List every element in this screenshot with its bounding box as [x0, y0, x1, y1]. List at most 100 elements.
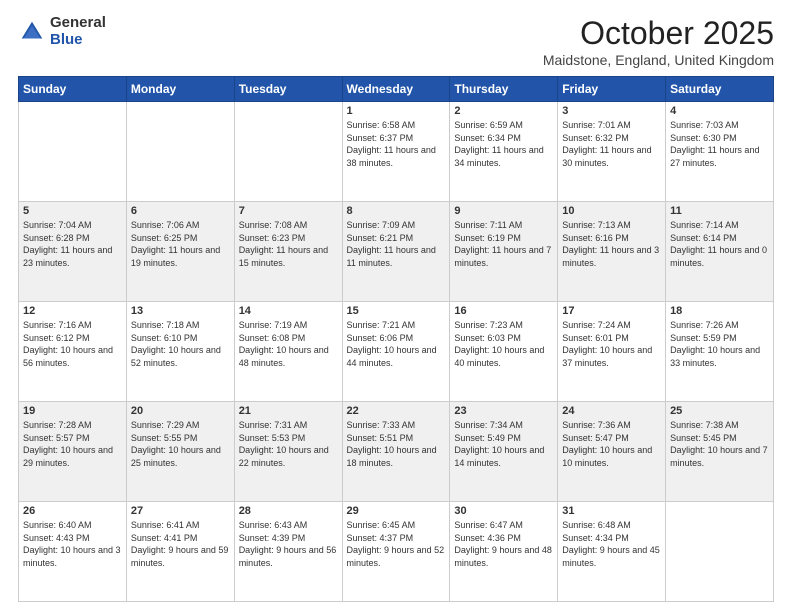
calendar-cell: 27Sunrise: 6:41 AM Sunset: 4:41 PM Dayli… [126, 502, 234, 602]
calendar-cell: 6 Sunrise: 7:06 AM Sunset: 6:25 PM Daylig… [126, 202, 234, 302]
day-number: 21 [239, 405, 338, 417]
calendar-cell: 13 Sunrise: 7:18 AM Sunset: 6:10 PM Dayli… [126, 302, 234, 402]
calendar-table: SundayMondayTuesdayWednesdayThursdayFrid… [18, 76, 774, 602]
weekday-header-sunday: Sunday [19, 77, 127, 102]
weekday-header-friday: Friday [558, 77, 666, 102]
day-number: 19 [23, 405, 122, 417]
weekday-header-saturday: Saturday [666, 77, 774, 102]
day-number: 14 [239, 305, 338, 317]
day-number: 8 [347, 205, 446, 217]
calendar-cell: 20 Sunrise: 7:29 AM Sunset: 5:55 PM Dayli… [126, 402, 234, 502]
weekday-header-monday: Monday [126, 77, 234, 102]
calendar-cell: 25 Sunrise: 7:38 AM Sunset: 5:45 PM Dayli… [666, 402, 774, 502]
calendar-cell: 4Sunrise: 7:03 AM Sunset: 6:30 PM Daylig… [666, 102, 774, 202]
day-number: 29 [347, 505, 446, 517]
logo-icon [18, 18, 46, 46]
day-info: Sunrise: 6:48 AM Sunset: 4:34 PM Dayligh… [562, 519, 661, 569]
day-info: Sunrise: 7:21 AM Sunset: 6:06 PM Dayligh… [347, 319, 446, 369]
day-number: 16 [454, 305, 553, 317]
calendar-cell [19, 102, 127, 202]
day-info: Sunrise: 7:13 AM Sunset: 6:16 PM Dayligh… [562, 219, 661, 269]
day-number: 13 [131, 305, 230, 317]
logo: General Blue [18, 15, 106, 48]
day-number: 10 [562, 205, 661, 217]
day-number: 6 [131, 205, 230, 217]
calendar-week-0: 1 Sunrise: 6:58 AM Sunset: 6:37 PM Daylig… [19, 102, 774, 202]
day-number: 23 [454, 405, 553, 417]
day-number: 1 [347, 105, 446, 117]
calendar-cell [126, 102, 234, 202]
day-info: Sunrise: 6:59 AM Sunset: 6:34 PM Dayligh… [454, 119, 553, 169]
calendar-cell: 7 Sunrise: 7:08 AM Sunset: 6:23 PM Daylig… [234, 202, 342, 302]
day-info: Sunrise: 7:38 AM Sunset: 5:45 PM Dayligh… [670, 419, 769, 469]
day-info: Sunrise: 7:06 AM Sunset: 6:25 PM Dayligh… [131, 219, 230, 269]
calendar-cell: 17 Sunrise: 7:24 AM Sunset: 6:01 PM Dayli… [558, 302, 666, 402]
calendar-cell: 11Sunrise: 7:14 AM Sunset: 6:14 PM Dayli… [666, 202, 774, 302]
logo-general: General [50, 15, 106, 32]
day-number: 31 [562, 505, 661, 517]
page: General Blue October 2025 Maidstone, Eng… [0, 0, 792, 612]
day-number: 9 [454, 205, 553, 217]
calendar-cell: 2 Sunrise: 6:59 AM Sunset: 6:34 PM Daylig… [450, 102, 558, 202]
day-info: Sunrise: 7:28 AM Sunset: 5:57 PM Dayligh… [23, 419, 122, 469]
weekday-header-thursday: Thursday [450, 77, 558, 102]
calendar-cell: 22 Sunrise: 7:33 AM Sunset: 5:51 PM Dayli… [342, 402, 450, 502]
calendar-cell: 12 Sunrise: 7:16 AM Sunset: 6:12 PM Dayli… [19, 302, 127, 402]
calendar-cell: 30Sunrise: 6:47 AM Sunset: 4:36 PM Dayli… [450, 502, 558, 602]
day-info: Sunrise: 7:01 AM Sunset: 6:32 PM Dayligh… [562, 119, 661, 169]
day-number: 15 [347, 305, 446, 317]
weekday-header-wednesday: Wednesday [342, 77, 450, 102]
day-number: 7 [239, 205, 338, 217]
day-info: Sunrise: 7:04 AM Sunset: 6:28 PM Dayligh… [23, 219, 122, 269]
calendar-cell: 16 Sunrise: 7:23 AM Sunset: 6:03 PM Dayli… [450, 302, 558, 402]
calendar-cell: 26 Sunrise: 6:40 AM Sunset: 4:43 PM Dayli… [19, 502, 127, 602]
day-number: 20 [131, 405, 230, 417]
calendar-cell: 31 Sunrise: 6:48 AM Sunset: 4:34 PM Dayli… [558, 502, 666, 602]
calendar-cell: 29 Sunrise: 6:45 AM Sunset: 4:37 PM Dayli… [342, 502, 450, 602]
day-info: Sunrise: 7:26 AM Sunset: 5:59 PM Dayligh… [670, 319, 769, 369]
day-number: 25 [670, 405, 769, 417]
day-info: Sunrise: 7:16 AM Sunset: 6:12 PM Dayligh… [23, 319, 122, 369]
calendar-cell: 19 Sunrise: 7:28 AM Sunset: 5:57 PM Dayli… [19, 402, 127, 502]
logo-text: General Blue [50, 15, 106, 48]
day-number: 27 [131, 505, 230, 517]
day-info: Sunrise: 7:19 AM Sunset: 6:08 PM Dayligh… [239, 319, 338, 369]
day-info: Sunrise: 7:29 AM Sunset: 5:55 PM Dayligh… [131, 419, 230, 469]
calendar-cell: 8 Sunrise: 7:09 AM Sunset: 6:21 PM Daylig… [342, 202, 450, 302]
calendar-cell [234, 102, 342, 202]
day-number: 18 [670, 305, 769, 317]
calendar-cell: 18 Sunrise: 7:26 AM Sunset: 5:59 PM Dayli… [666, 302, 774, 402]
day-number: 12 [23, 305, 122, 317]
calendar-week-3: 19 Sunrise: 7:28 AM Sunset: 5:57 PM Dayli… [19, 402, 774, 502]
day-info: Sunrise: 7:36 AM Sunset: 5:47 PM Dayligh… [562, 419, 661, 469]
calendar-week-4: 26 Sunrise: 6:40 AM Sunset: 4:43 PM Dayli… [19, 502, 774, 602]
day-number: 2 [454, 105, 553, 117]
calendar-cell [666, 502, 774, 602]
day-info: Sunrise: 7:24 AM Sunset: 6:01 PM Dayligh… [562, 319, 661, 369]
day-info: Sunrise: 6:58 AM Sunset: 6:37 PM Dayligh… [347, 119, 446, 169]
day-number: 28 [239, 505, 338, 517]
calendar-cell: 15 Sunrise: 7:21 AM Sunset: 6:06 PM Dayli… [342, 302, 450, 402]
day-info: Sunrise: 7:23 AM Sunset: 6:03 PM Dayligh… [454, 319, 553, 369]
logo-blue: Blue [50, 32, 106, 49]
day-info: Sunrise: 6:45 AM Sunset: 4:37 PM Dayligh… [347, 519, 446, 569]
calendar-cell: 24Sunrise: 7:36 AM Sunset: 5:47 PM Dayli… [558, 402, 666, 502]
day-number: 22 [347, 405, 446, 417]
day-info: Sunrise: 7:18 AM Sunset: 6:10 PM Dayligh… [131, 319, 230, 369]
calendar-cell: 14 Sunrise: 7:19 AM Sunset: 6:08 PM Dayli… [234, 302, 342, 402]
day-info: Sunrise: 7:31 AM Sunset: 5:53 PM Dayligh… [239, 419, 338, 469]
day-number: 17 [562, 305, 661, 317]
weekday-header-tuesday: Tuesday [234, 77, 342, 102]
day-info: Sunrise: 6:40 AM Sunset: 4:43 PM Dayligh… [23, 519, 122, 569]
calendar-cell: 5 Sunrise: 7:04 AM Sunset: 6:28 PM Daylig… [19, 202, 127, 302]
day-number: 26 [23, 505, 122, 517]
day-number: 11 [670, 205, 769, 217]
calendar-week-1: 5 Sunrise: 7:04 AM Sunset: 6:28 PM Daylig… [19, 202, 774, 302]
day-number: 3 [562, 105, 661, 117]
day-info: Sunrise: 7:08 AM Sunset: 6:23 PM Dayligh… [239, 219, 338, 269]
day-number: 5 [23, 205, 122, 217]
day-info: Sunrise: 7:33 AM Sunset: 5:51 PM Dayligh… [347, 419, 446, 469]
day-info: Sunrise: 7:09 AM Sunset: 6:21 PM Dayligh… [347, 219, 446, 269]
day-info: Sunrise: 7:34 AM Sunset: 5:49 PM Dayligh… [454, 419, 553, 469]
header: General Blue October 2025 Maidstone, Eng… [18, 15, 774, 68]
